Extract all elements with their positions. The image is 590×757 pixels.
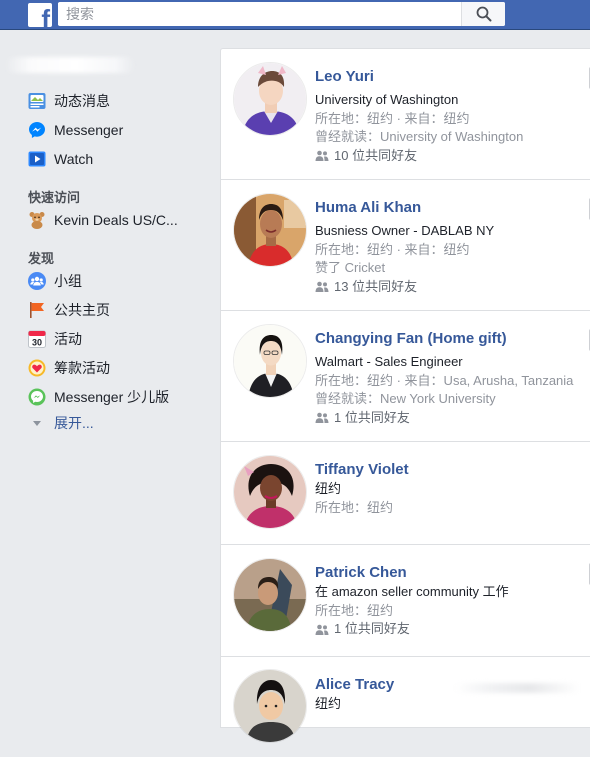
sidebar-more-link[interactable]: 展开... — [33, 413, 94, 433]
person-likes: 赞了 Cricket — [315, 260, 386, 275]
person-info: Leo Yuri University of Washington 所在地：纽约… — [315, 67, 523, 165]
person-location: 所在地：纽约 — [315, 499, 394, 515]
messenger-icon — [28, 121, 46, 139]
shortcuts-section-title: 快速访问 — [28, 190, 81, 205]
search-button[interactable] — [461, 2, 505, 26]
person-card: Changying Fan (Home gift) Walmart - Sale… — [221, 311, 590, 442]
left-sidebar: 动态消息 Messenger Watch 快速访问 Kevin Deals US… — [0, 30, 218, 714]
sidebar-item-watch[interactable]: Watch — [28, 148, 93, 170]
facebook-logo-letter: f — [41, 4, 50, 27]
avatar[interactable] — [233, 324, 307, 398]
search-input[interactable] — [58, 3, 461, 25]
person-location: 所在地：纽约 · 来自：纽约 — [315, 110, 470, 126]
person-info: Alice Tracy 纽约 — [315, 675, 394, 714]
sidebar-item-label: 动态消息 — [54, 93, 110, 109]
person-card: Leo Yuri University of Washington 所在地：纽约… — [221, 49, 590, 180]
search-bar — [58, 2, 505, 26]
mutual-friends-icon — [315, 412, 329, 424]
person-card: Tiffany Violet 纽约 所在地：纽约 — [221, 442, 590, 545]
groups-icon — [28, 272, 46, 290]
avatar[interactable] — [233, 558, 307, 632]
person-location: 所在地：纽约 — [315, 602, 394, 618]
sidebar-item-events[interactable]: 30 活动 — [28, 328, 82, 350]
mutual-friends-icon — [315, 624, 329, 635]
sidebar-item-shortcut[interactable]: Kevin Deals US/C... — [28, 209, 178, 231]
sidebar-item-label: 小组 — [54, 273, 82, 289]
avatar[interactable] — [233, 455, 307, 529]
news-feed-icon — [28, 92, 46, 110]
watch-icon — [28, 150, 46, 168]
sidebar-item-fundraisers[interactable]: 筹款活动 — [28, 357, 110, 379]
person-info: Patrick Chen 在 amazon seller community 工… — [315, 563, 509, 639]
avatar[interactable] — [233, 62, 307, 136]
sidebar-item-label: 活动 — [54, 331, 82, 347]
person-name[interactable]: Patrick Chen — [315, 563, 509, 583]
fundraiser-heart-icon — [28, 359, 46, 377]
person-location: 所在地：纽约 · 来自：纽约 — [315, 241, 470, 257]
chevron-down-icon — [33, 420, 41, 426]
mutual-friends[interactable]: 1 位共同好友 — [315, 620, 509, 639]
person-detail: Busniess Owner - DABLAB NY — [315, 223, 495, 238]
person-info: Changying Fan (Home gift) Walmart - Sale… — [315, 329, 573, 427]
explore-section-title: 发现 — [28, 251, 55, 266]
blurred-profile-name — [5, 57, 135, 73]
mutual-friends-icon — [315, 281, 329, 293]
person-name[interactable]: Tiffany Violet — [315, 460, 409, 480]
person-info: Tiffany Violet 纽约 所在地：纽约 — [315, 460, 409, 517]
person-detail: 纽约 — [315, 481, 342, 496]
person-name[interactable]: Changying Fan (Home gift) — [315, 329, 573, 349]
person-card: Patrick Chen 在 amazon seller community 工… — [221, 545, 590, 657]
person-card: Huma Ali Khan Busniess Owner - DABLAB NY… — [221, 180, 590, 311]
person-detail: University of Washington — [315, 92, 459, 107]
person-name[interactable]: Alice Tracy — [315, 675, 394, 695]
pages-flag-icon — [28, 301, 46, 319]
mutual-friends-count: 1 位共同好友 — [334, 621, 410, 636]
mutual-friends-count: 13 位共同好友 — [334, 278, 418, 294]
person-detail: 在 amazon seller community 工作 — [315, 584, 509, 599]
sidebar-item-news-feed[interactable]: 动态消息 — [28, 90, 110, 112]
sidebar-item-messenger[interactable]: Messenger — [28, 119, 123, 141]
mutual-friends[interactable]: 13 位共同好友 — [315, 278, 494, 297]
sidebar-item-label: Watch — [54, 151, 94, 167]
mutual-friends-count: 1 位共同好友 — [334, 409, 410, 425]
sidebar-item-label: 筹款活动 — [54, 360, 110, 376]
person-name[interactable]: Leo Yuri — [315, 67, 523, 87]
top-navigation-bar: f — [0, 0, 590, 30]
person-detail: Walmart - Sales Engineer — [315, 354, 463, 369]
facebook-logo[interactable]: f — [28, 3, 52, 27]
sidebar-item-label: Messenger — [54, 122, 124, 138]
mutual-friends-count: 10 位共同好友 — [334, 147, 418, 163]
people-list: Leo Yuri University of Washington 所在地：纽约… — [220, 48, 590, 743]
sidebar-item-pages[interactable]: 公共主页 — [28, 299, 110, 321]
sidebar-item-messenger-kids[interactable]: Messenger 少儿版 — [28, 386, 169, 408]
mutual-friends[interactable]: 10 位共同好友 — [315, 147, 523, 166]
sidebar-item-label: Kevin Deals US/C... — [54, 212, 178, 228]
person-name[interactable]: Huma Ali Khan — [315, 198, 494, 218]
person-info: Huma Ali Khan Busniess Owner - DABLAB NY… — [315, 198, 494, 296]
avatar[interactable] — [233, 669, 307, 743]
sidebar-item-groups[interactable]: 小组 — [28, 270, 82, 292]
avatar[interactable] — [233, 193, 307, 267]
mutual-friends[interactable]: 1 位共同好友 — [315, 409, 573, 428]
sidebar-item-label: Messenger 少儿版 — [54, 389, 170, 405]
messenger-kids-icon — [28, 388, 46, 406]
blurred-watermark — [455, 683, 580, 693]
search-icon — [476, 6, 491, 22]
svg-text:30: 30 — [32, 337, 42, 347]
mutual-friends-icon — [315, 150, 329, 162]
sidebar-item-label: 公共主页 — [54, 302, 110, 318]
events-calendar-icon: 30 — [28, 330, 46, 348]
person-detail: 纽约 — [315, 696, 342, 711]
person-location: 所在地：纽约 · 来自：Usa, Arusha, Tanzania — [315, 372, 574, 388]
person-education: 曾经就读：New York University — [315, 391, 496, 406]
person-education: 曾经就读：University of Washington — [315, 129, 524, 144]
sidebar-more-label: 展开... — [54, 415, 94, 431]
person-card: Alice Tracy 纽约 — [221, 657, 590, 757]
teddy-bear-icon — [28, 211, 46, 229]
